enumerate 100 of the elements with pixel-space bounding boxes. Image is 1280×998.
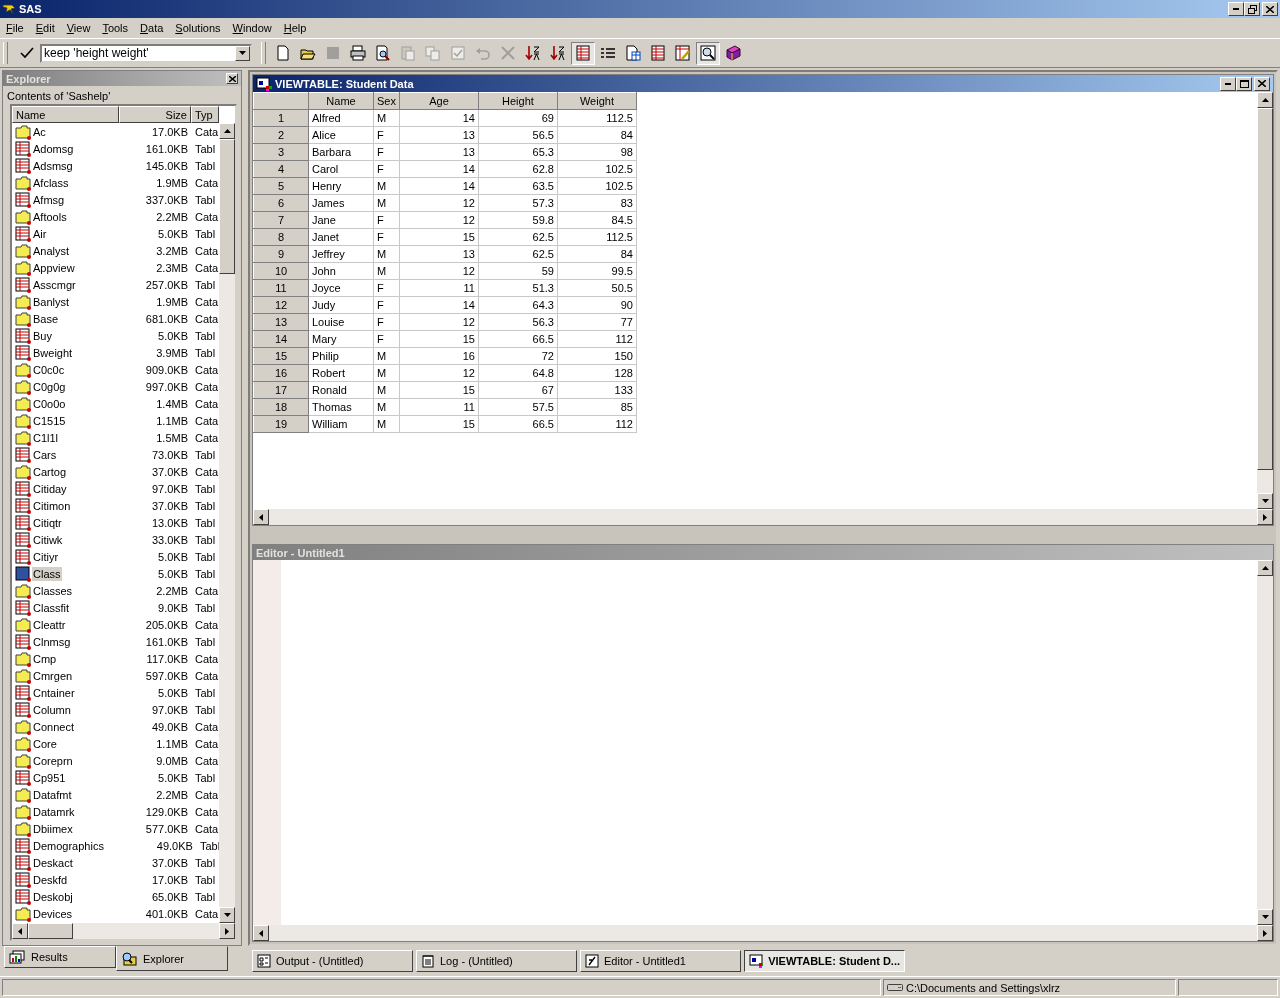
file-name[interactable]: Connect: [32, 719, 100, 734]
column-header[interactable]: Name: [308, 92, 374, 110]
file-name[interactable]: Dbiimex: [32, 821, 100, 836]
window-tab[interactable]: VIEWTABLE: Student D...: [744, 950, 905, 972]
file-name[interactable]: Citiyr: [32, 549, 100, 564]
file-name[interactable]: Deskfd: [32, 872, 100, 887]
command-combobox[interactable]: keep 'height weight': [40, 43, 252, 63]
column-header[interactable]: [253, 92, 309, 110]
file-name[interactable]: Core: [32, 736, 100, 751]
menu-item[interactable]: Tools: [96, 20, 135, 36]
file-name[interactable]: Deskact: [32, 855, 100, 870]
file-name[interactable]: Deskobj: [32, 889, 100, 904]
file-name[interactable]: Buy: [32, 328, 100, 343]
column-header[interactable]: Name: [12, 106, 119, 123]
scroll-up-button[interactable]: [219, 123, 235, 139]
file-name[interactable]: Asscmgr: [32, 277, 100, 292]
scroll-up-button[interactable]: [1257, 92, 1273, 108]
file-name[interactable]: Adsmsg: [32, 158, 100, 173]
file-name[interactable]: Citiqtr: [32, 515, 100, 530]
menu-item[interactable]: View: [60, 20, 97, 36]
scroll-up-button[interactable]: [1257, 560, 1273, 576]
file-name[interactable]: Citiday: [32, 481, 100, 496]
file-name[interactable]: C0g0g: [32, 379, 100, 394]
scroll-down-button[interactable]: [1257, 493, 1273, 509]
file-name[interactable]: Analyst: [32, 243, 100, 258]
horizontal-scrollbar[interactable]: [253, 509, 1273, 525]
column-header[interactable]: Weight: [557, 92, 637, 110]
window-tab[interactable]: Log - (Untitled): [416, 950, 577, 972]
file-name[interactable]: Devices: [32, 906, 100, 921]
file-name[interactable]: Cp951: [32, 770, 100, 785]
scroll-right-button[interactable]: [219, 923, 235, 939]
scroll-left-button[interactable]: [253, 509, 269, 525]
file-name[interactable]: Appview: [32, 260, 100, 275]
scroll-right-button[interactable]: [1257, 925, 1273, 941]
file-name[interactable]: C0c0c: [32, 362, 100, 377]
file-name[interactable]: Datamrk: [32, 804, 100, 819]
file-name[interactable]: C1515: [32, 413, 100, 428]
file-name[interactable]: Air: [32, 226, 100, 241]
minimize-button[interactable]: [1228, 2, 1244, 16]
column-header[interactable]: Height: [478, 92, 558, 110]
close-button[interactable]: [1262, 2, 1278, 16]
file-name[interactable]: C0o0o: [32, 396, 100, 411]
file-name[interactable]: Coreprn: [32, 753, 100, 768]
file-name[interactable]: Classfit: [32, 600, 100, 615]
vertical-scrollbar[interactable]: [219, 123, 235, 923]
scroll-down-button[interactable]: [219, 907, 235, 923]
vertical-scrollbar[interactable]: [1257, 560, 1273, 925]
scroll-left-button[interactable]: [253, 925, 269, 941]
panel-tab[interactable]: Explorer: [116, 946, 228, 971]
scroll-left-button[interactable]: [12, 923, 28, 939]
scroll-down-button[interactable]: [1257, 909, 1273, 925]
file-name[interactable]: Clnmsg: [32, 634, 100, 649]
scroll-thumb[interactable]: [219, 139, 235, 274]
file-name[interactable]: Cntainer: [32, 685, 100, 700]
file-name[interactable]: Adomsg: [32, 141, 100, 156]
menu-item[interactable]: Solutions: [169, 20, 227, 36]
file-name[interactable]: Citimon: [32, 498, 100, 513]
file-name[interactable]: Ac: [32, 124, 100, 139]
file-name[interactable]: Bweight: [32, 345, 100, 360]
file-name[interactable]: Cmrgen: [32, 668, 100, 683]
menu-item[interactable]: Help: [277, 20, 313, 36]
menu-item[interactable]: Window: [226, 20, 278, 36]
file-name[interactable]: Citiwk: [32, 532, 100, 547]
file-name[interactable]: Banlyst: [32, 294, 100, 309]
panel-tab[interactable]: Results: [4, 946, 116, 968]
close-button[interactable]: [1254, 76, 1270, 91]
menu-item[interactable]: Edit: [29, 20, 61, 36]
file-name[interactable]: Aftools: [32, 209, 100, 224]
toolbar-button[interactable]: [696, 41, 720, 65]
menu-item[interactable]: File: [0, 20, 30, 36]
dropdown-button[interactable]: [235, 45, 250, 61]
file-name[interactable]: Demographics: [32, 838, 105, 853]
maximize-button[interactable]: [1236, 76, 1252, 91]
close-button[interactable]: [226, 73, 238, 84]
column-header[interactable]: Age: [399, 92, 479, 110]
window-tab[interactable]: Editor - Untitled1: [580, 950, 741, 972]
file-name[interactable]: Cars: [32, 447, 100, 462]
file-name[interactable]: Classes: [32, 583, 100, 598]
menu-item[interactable]: Data: [134, 20, 170, 36]
scroll-thumb[interactable]: [28, 923, 73, 939]
file-name[interactable]: Base: [32, 311, 100, 326]
file-name[interactable]: Cartog: [32, 464, 100, 479]
file-name[interactable]: Class: [32, 566, 62, 581]
file-name[interactable]: Cmp: [32, 651, 100, 666]
column-header[interactable]: Typ: [191, 106, 219, 123]
toolbar-button[interactable]: [571, 41, 595, 65]
column-header[interactable]: Size: [119, 106, 191, 123]
column-header[interactable]: Sex: [373, 92, 400, 110]
file-name[interactable]: C1l1l: [32, 430, 100, 445]
restore-button[interactable]: [1244, 2, 1260, 16]
file-name[interactable]: Afmsg: [32, 192, 100, 207]
file-name[interactable]: Column: [32, 702, 100, 717]
window-tab[interactable]: Output - (Untitled): [252, 950, 413, 972]
file-name[interactable]: Cleattr: [32, 617, 100, 632]
minimize-button[interactable]: [1220, 76, 1236, 91]
file-name[interactable]: Afclass: [32, 175, 100, 190]
file-name[interactable]: Datafmt: [32, 787, 100, 802]
scroll-right-button[interactable]: [1257, 509, 1273, 525]
horizontal-scrollbar[interactable]: [12, 923, 235, 939]
horizontal-scrollbar[interactable]: [253, 925, 1273, 941]
